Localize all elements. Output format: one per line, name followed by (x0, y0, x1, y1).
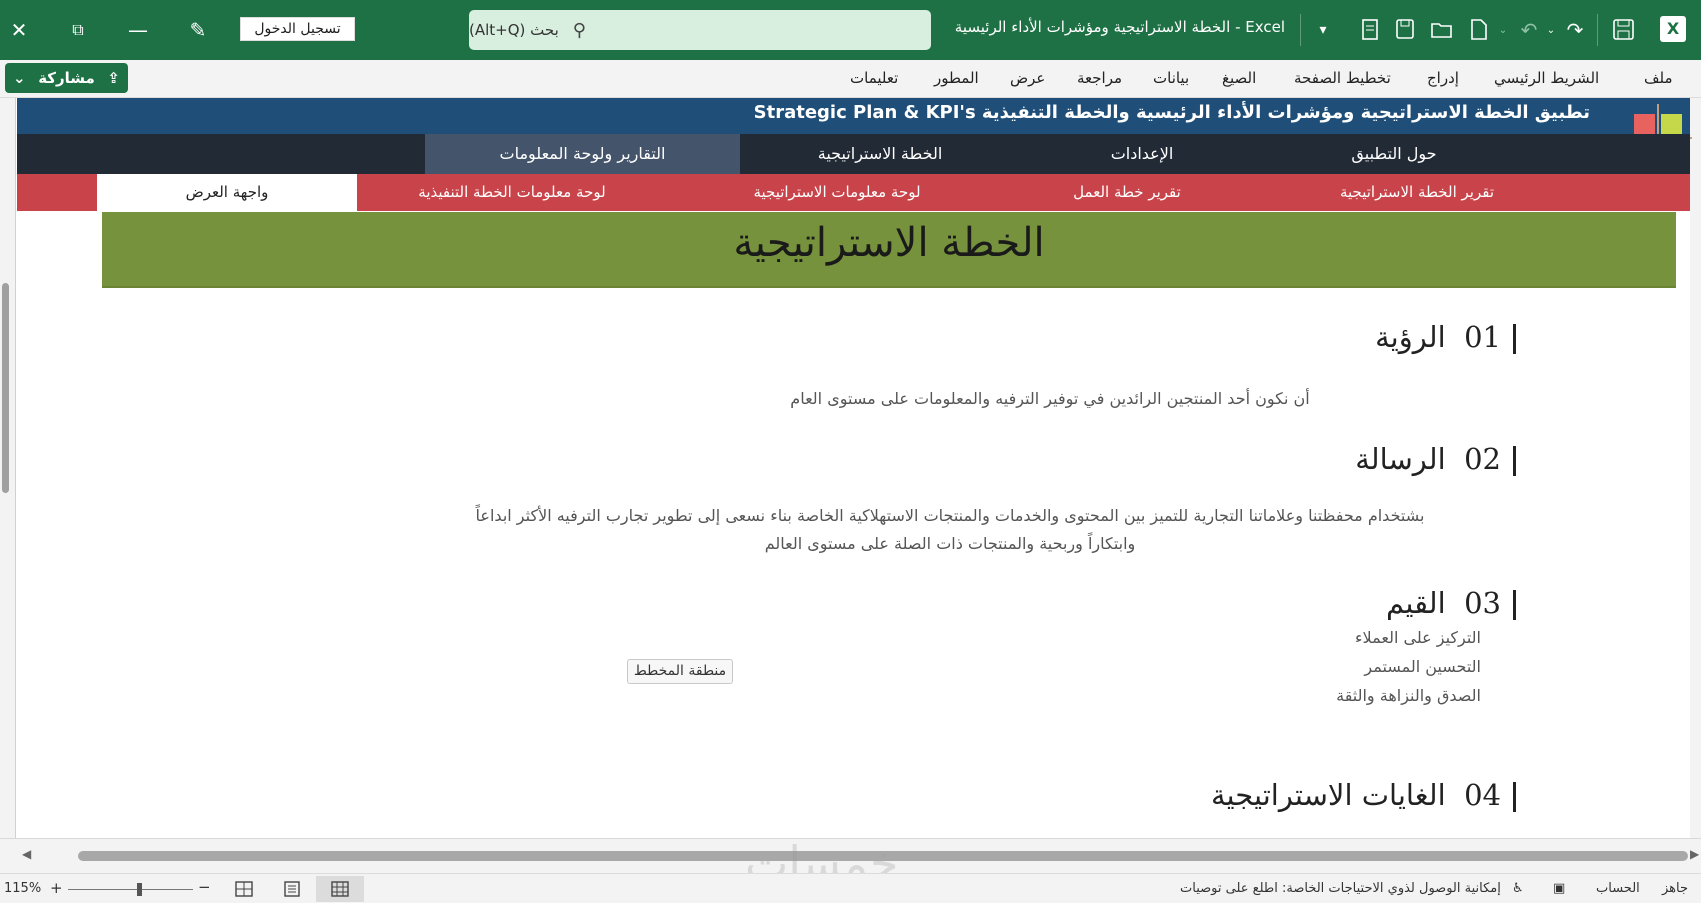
chevron-down-icon[interactable]: ⌄ (1544, 0, 1558, 60)
subtab-strategic-plan-report[interactable]: تقرير الخطة الاستراتيجية (1287, 174, 1547, 211)
sub-nav: تقرير الخطة الاستراتيجية تقرير خطة العمل… (17, 174, 1690, 211)
tab-settings[interactable]: الإعدادات (1032, 134, 1252, 174)
zoom-in-icon[interactable]: + (50, 879, 63, 897)
zoom-slider[interactable] (68, 889, 193, 890)
document-title: الخطة الاستراتيجية ومؤشرات الأداء الرئيس… (954, 18, 1285, 36)
search-icon: ⚲ (572, 19, 586, 41)
zoom-level[interactable]: 115% (4, 881, 41, 896)
accessibility-status[interactable]: إمكانية الوصول لذوي الاحتياجات الخاصة: ا… (1180, 881, 1501, 896)
menu-home[interactable]: الشريط الرئيسي (1494, 69, 1599, 87)
menu-insert[interactable]: إدراج (1427, 69, 1459, 87)
vertical-scrollbar[interactable] (0, 98, 16, 838)
share-button[interactable]: ⇪ مشاركة ⌄ (5, 63, 128, 93)
section-marker (1513, 324, 1516, 354)
undo-icon[interactable]: ↶ (1514, 0, 1544, 60)
account-status[interactable]: الحساب (1596, 881, 1640, 896)
separator (1597, 14, 1598, 46)
tab-reports-dashboard[interactable]: التقارير ولوحة المعلومات (425, 134, 740, 174)
section-marker (1513, 590, 1516, 620)
restore-icon[interactable]: ⧉ (58, 0, 98, 60)
app-header: تطبيق الخطة الاستراتيجية ومؤشرات الأداء … (17, 98, 1690, 134)
subtab-action-plan-report[interactable]: تقرير خطة العمل (1007, 174, 1247, 211)
menu-data[interactable]: بيانات (1153, 69, 1189, 87)
section-title: الرسالة (1355, 442, 1446, 476)
subtab-strategy-dashboard[interactable]: لوحة معلومات الاستراتيجية (697, 174, 977, 211)
new-file-icon[interactable] (1468, 18, 1490, 42)
value-item: التركيز على العملاء (1355, 628, 1481, 647)
section-marker (1513, 446, 1516, 476)
sheet-edge (1690, 98, 1701, 838)
account-icon[interactable]: ▣ (1553, 881, 1565, 896)
value-item: الصدق والنزاهة والثقة (1336, 686, 1481, 705)
zoom-slider-knob[interactable] (137, 883, 143, 896)
menu-developer[interactable]: المطور (934, 69, 979, 87)
menu-page-layout[interactable]: تخطيط الصفحة (1294, 69, 1391, 87)
section-title: الغايات الاستراتيجية (1210, 778, 1446, 812)
scroll-left-icon[interactable]: ◀ (22, 847, 31, 861)
pen-icon[interactable]: ✎ (178, 0, 218, 60)
mission-text-line2: وابتكاراً وربحية والمنتجات ذات الصلة على… (764, 534, 1136, 553)
section-mission-heading: 02 الرسالة (1355, 442, 1516, 476)
menu-formulas[interactable]: الصيغ (1222, 69, 1256, 87)
share-icon: ⇪ (107, 69, 120, 87)
separator (1300, 14, 1301, 46)
main-nav: حول التطبيق الإعدادات الخطة الاستراتيجية… (17, 134, 1690, 174)
section-vision-heading: 01 الرؤية (1375, 320, 1516, 354)
title-bar: ✕ ⧉ — ✎ تسجيل الدخول ⚲ بحث (Alt+Q) الخطة… (0, 0, 1701, 60)
redo-icon[interactable]: ↷ (1560, 0, 1590, 60)
page-layout-view-icon[interactable] (268, 876, 316, 902)
page-title: الخطة الاستراتيجية (733, 220, 1045, 266)
menu-view[interactable]: عرض (1010, 69, 1045, 87)
app-title: تطبيق الخطة الاستراتيجية ومؤشرات الأداء … (753, 102, 1590, 123)
accessibility-icon[interactable]: ♿ (1512, 881, 1524, 896)
sign-in-button[interactable]: تسجيل الدخول (240, 17, 355, 41)
value-item: التحسين المستمر (1364, 657, 1481, 676)
section-values-heading: 03 القيم (1386, 586, 1516, 620)
search-box[interactable]: ⚲ بحث (Alt+Q) (469, 10, 931, 50)
chevron-down-icon: ⌄ (13, 69, 26, 87)
dropdown-icon[interactable]: ▾ (1307, 0, 1339, 60)
menu-bar: ⇪ مشاركة ⌄ ملف الشريط الرئيسي إدراج تخطي… (0, 60, 1701, 98)
tab-about[interactable]: حول التطبيق (1269, 134, 1519, 174)
section-number: 02 (1464, 442, 1501, 476)
chevron-down-icon[interactable]: ⌄ (1496, 0, 1510, 60)
menu-file[interactable]: ملف (1644, 69, 1673, 87)
share-label: مشاركة (38, 69, 95, 87)
ready-status: جاهز (1662, 881, 1689, 896)
print-preview-icon[interactable] (1360, 18, 1382, 42)
vision-text: أن نكون أحد المنتجين الرائدين في توفير ا… (790, 389, 1310, 408)
subtab-display[interactable]: واجهة العرض (97, 174, 357, 211)
page-break-view-icon[interactable] (220, 876, 268, 902)
minimize-icon[interactable]: — (118, 0, 158, 60)
close-icon[interactable]: ✕ (0, 0, 38, 60)
normal-view-icon[interactable] (316, 876, 364, 902)
excel-logo-icon: X (1660, 16, 1686, 42)
section-marker (1513, 782, 1516, 812)
save-icon[interactable] (1612, 18, 1636, 42)
section-goals-heading: 04 الغايات الاستراتيجية (1211, 778, 1516, 812)
chart-area-tooltip: منطقة المخطط (627, 659, 733, 684)
open-folder-icon[interactable] (1430, 18, 1454, 42)
mission-text-line1: بشتخدام محفظتنا وعلاماتنا التجارية للتمي… (475, 506, 1425, 525)
status-bar: 115% + − إمكانية الوصول لذوي الاحتياجات … (0, 873, 1701, 903)
zoom-out-icon[interactable]: − (198, 878, 211, 896)
section-title: القيم (1386, 586, 1446, 620)
tab-strategic-plan[interactable]: الخطة الاستراتيجية (740, 134, 1020, 174)
section-number: 04 (1464, 778, 1501, 812)
save-as-icon[interactable] (1395, 18, 1417, 42)
scrollbar-thumb[interactable] (2, 283, 9, 493)
menu-review[interactable]: مراجعة (1077, 69, 1122, 87)
scroll-right-icon[interactable]: ▶ (1690, 847, 1699, 861)
menu-help[interactable]: تعليمات (850, 69, 898, 87)
search-placeholder: بحث (Alt+Q) (469, 21, 559, 39)
page-banner: الخطة الاستراتيجية (102, 212, 1676, 288)
section-number: 01 (1464, 320, 1501, 354)
subtab-execution-dashboard[interactable]: لوحة معلومات الخطة التنفيذية (357, 174, 667, 211)
section-title: الرؤية (1375, 320, 1446, 354)
section-number: 03 (1464, 586, 1501, 620)
